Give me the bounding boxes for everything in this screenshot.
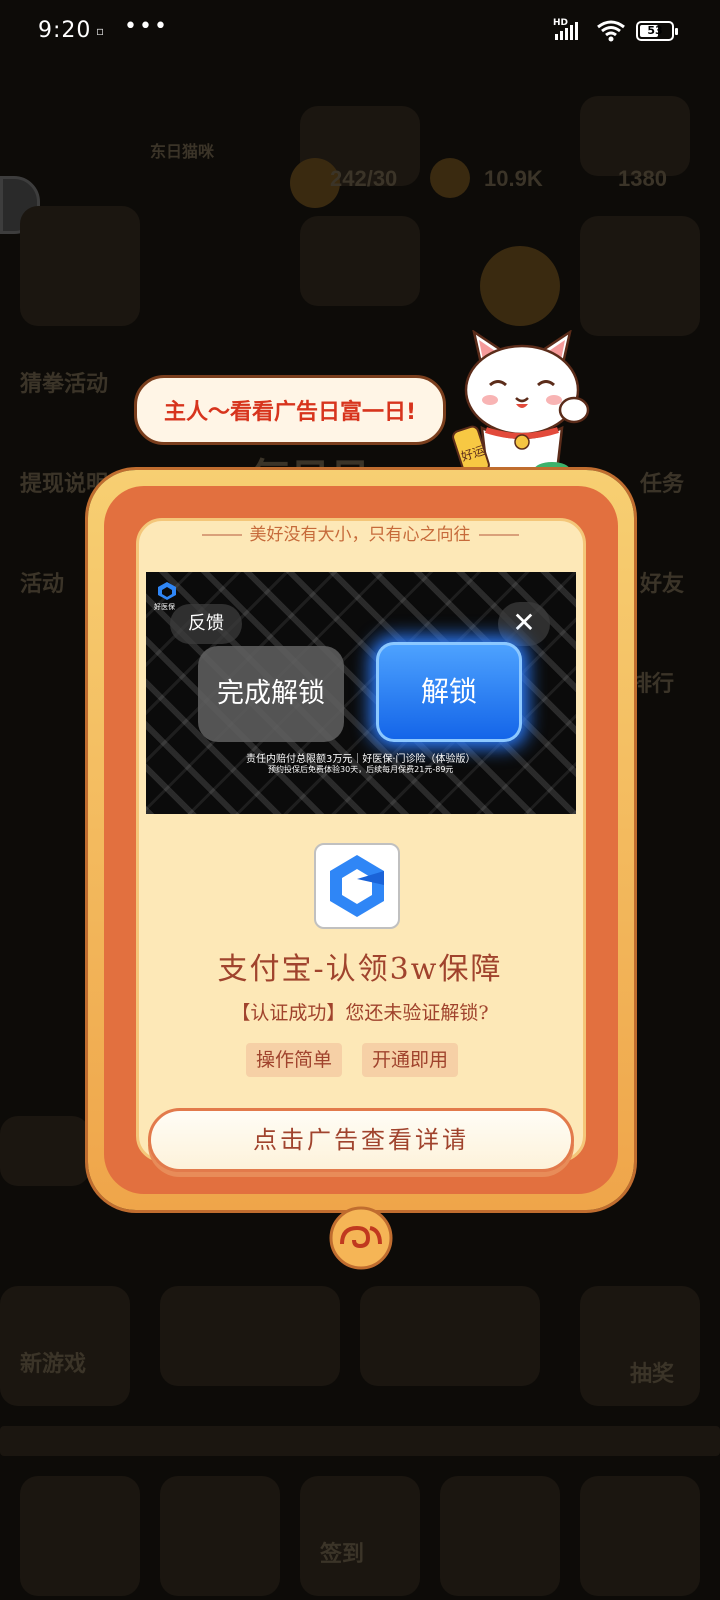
- modal-motto: 美好没有大小，只有心之向往: [0, 520, 720, 545]
- tag-easy: 操作简单: [246, 1043, 343, 1077]
- app-icon[interactable]: [314, 843, 400, 929]
- motto-text: 美好没有大小，只有心之向往: [249, 525, 471, 545]
- unlock-button[interactable]: 解锁: [376, 642, 522, 742]
- notification-icon: ▫: [96, 24, 105, 38]
- lucky-cat-icon: 好运: [452, 330, 590, 480]
- signal-icon: [555, 22, 578, 40]
- ad-brand-text: 好医保: [154, 603, 175, 611]
- complete-unlock-button[interactable]: 完成解锁: [198, 646, 344, 742]
- ad-fine-print-secondary: 预约投保后免费体验30天，后续每月保费21元-89元: [268, 765, 454, 774]
- more-notifications-icon: •••: [124, 14, 169, 39]
- ad-fine-print: 责任内赔付总限额3万元｜好医保·门诊险（体验版）: [246, 754, 476, 765]
- view-ad-details-button[interactable]: 点击广告查看详请: [148, 1108, 574, 1172]
- ad-close-button[interactable]: ✕: [498, 602, 550, 646]
- ad-brand-logo-icon: [158, 582, 176, 600]
- ad-creative[interactable]: 好医保 反馈 ✕ 完成解锁 解锁 责任内赔付总限额3万元｜好医保·门诊险（体验版…: [146, 572, 576, 814]
- battery-level: 53: [647, 24, 663, 37]
- app-logo-icon: [330, 855, 384, 917]
- status-time: 9:20: [38, 18, 92, 43]
- cloud-ornament-icon: [329, 1206, 393, 1270]
- app-name: 支付宝-认领3w保障: [217, 952, 503, 987]
- wifi-icon: [597, 20, 625, 42]
- battery-icon: 53: [636, 21, 678, 41]
- ad-feedback-button[interactable]: 反馈: [170, 604, 242, 644]
- status-bar: 9:20 ▫ ••• HD 53: [0, 0, 720, 66]
- tag-instant: 开通即用: [362, 1043, 459, 1077]
- speech-bubble: 主人～看看广告日富一日!: [134, 375, 446, 445]
- app-description: 【认证成功】您还未验证解锁?: [231, 1002, 489, 1024]
